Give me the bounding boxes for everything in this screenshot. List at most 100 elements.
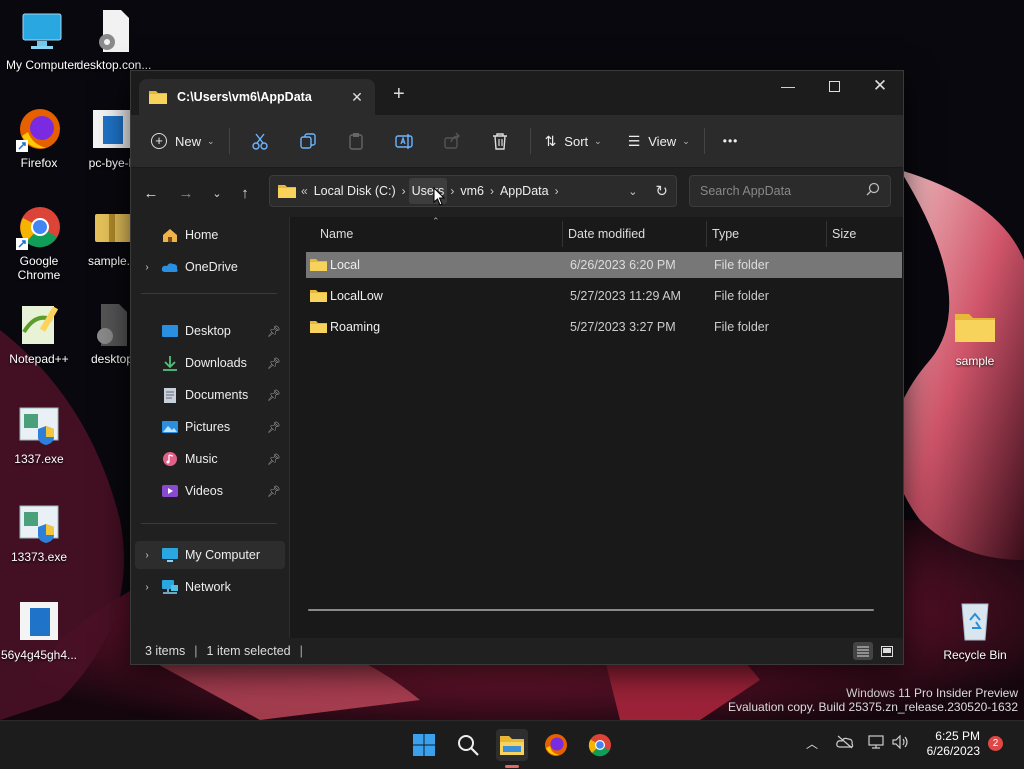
column-header-date-modified[interactable]: Date modified — [568, 227, 645, 241]
column-header-name[interactable]: Name — [320, 227, 353, 241]
pin-icon[interactable]: 📌︎ — [267, 325, 281, 338]
picture-icon — [162, 421, 178, 433]
minimize-button[interactable]: — — [765, 71, 811, 101]
tab-appdata[interactable]: C:\Users\vm6\AppData ✕ — [139, 79, 375, 115]
pin-icon[interactable]: 📌︎ — [267, 389, 281, 402]
column-separator[interactable] — [706, 221, 707, 247]
back-button[interactable]: ← — [137, 180, 165, 206]
delete-button[interactable] — [476, 124, 524, 158]
nav-label: Pictures — [185, 420, 231, 434]
nav-item-pictures[interactable]: Pictures 📌︎ — [135, 413, 285, 441]
monitor-icon — [19, 8, 65, 54]
nav-label: Music — [185, 452, 218, 466]
pin-icon[interactable]: 📌︎ — [267, 453, 281, 466]
file-row-local[interactable]: Local 6/26/2023 6:20 PM File folder — [306, 252, 902, 278]
nav-item-documents[interactable]: Documents 📌︎ — [135, 381, 285, 409]
column-header-size[interactable]: Size — [832, 227, 856, 241]
watermark-line: Evaluation copy. Build 25375.zn_release.… — [728, 700, 1018, 714]
recent-locations-button[interactable]: ⌄ — [203, 180, 231, 206]
start-button[interactable] — [408, 729, 440, 761]
breadcrumb-chevron-icon[interactable]: › — [487, 184, 497, 198]
notification-badge[interactable]: 2 — [988, 736, 1003, 751]
nav-item-onedrive[interactable]: › OneDrive — [135, 253, 285, 281]
taskbar-clock[interactable]: 6:25 PM 6/26/2023 — [918, 729, 980, 759]
share-button[interactable] — [428, 124, 476, 158]
pin-icon[interactable]: 📌︎ — [267, 357, 281, 370]
copy-button[interactable] — [284, 124, 332, 158]
windows-evaluation-watermark: Windows 11 Pro Insider Preview Evaluatio… — [728, 686, 1018, 714]
taskbar-file-explorer[interactable] — [496, 729, 528, 761]
desktop-icon-desktop-config[interactable]: desktop.con... — [72, 8, 156, 72]
nav-divider — [141, 523, 277, 524]
nav-item-desktop[interactable]: Desktop 📌︎ — [135, 317, 285, 345]
breadcrumb-local-disk[interactable]: Local Disk (C:) — [311, 178, 399, 204]
toolbar-separator — [228, 128, 230, 154]
breadcrumb-chevron-icon[interactable]: › — [552, 184, 562, 198]
rename-button[interactable] — [380, 124, 428, 158]
desktop-icon-13373-exe[interactable]: 13373.exe — [0, 500, 81, 564]
desktop-icon-notepadpp[interactable]: Notepad++ — [0, 302, 81, 366]
paste-button[interactable] — [332, 124, 380, 158]
chevron-right-icon[interactable]: › — [139, 582, 155, 593]
column-separator[interactable] — [826, 221, 827, 247]
chevron-right-icon[interactable]: › — [139, 262, 155, 273]
sort-up-icon: ⌃ — [432, 216, 440, 226]
nav-item-my-computer[interactable]: › My Computer — [135, 541, 285, 569]
forward-button[interactable]: → — [172, 180, 200, 206]
desktop-icon-recycle-bin[interactable]: Recycle Bin — [933, 598, 1017, 662]
nav-label: Network — [185, 580, 231, 594]
search-icon[interactable] — [866, 182, 880, 201]
sort-button[interactable]: ⇅ Sort ⌄ — [537, 124, 610, 158]
file-name: LocalLow — [330, 289, 383, 303]
taskbar-firefox[interactable] — [540, 729, 572, 761]
search-input[interactable] — [698, 183, 862, 199]
desktop-icon-56y4g45gh4[interactable]: 56y4g45gh4... — [0, 598, 81, 662]
view-list-icon: ☰ — [627, 132, 641, 149]
breadcrumb-chevron-icon[interactable]: › — [399, 184, 409, 198]
onedrive-tray-icon[interactable] — [836, 735, 854, 752]
breadcrumb-overflow[interactable]: « — [298, 184, 311, 198]
volume-tray-icon[interactable] — [892, 734, 910, 752]
refresh-icon[interactable]: ↻ — [655, 182, 668, 200]
desktop-icon-label: Google Chrome — [17, 254, 61, 282]
search-box[interactable] — [689, 175, 891, 207]
nav-item-home[interactable]: Home — [135, 221, 285, 249]
column-header-type[interactable]: Type — [712, 227, 739, 241]
pin-icon[interactable]: 📌︎ — [267, 485, 281, 498]
close-window-button[interactable]: ✕ — [857, 71, 903, 101]
file-row-locallow[interactable]: LocalLow 5/27/2023 11:29 AM File folder — [306, 283, 902, 309]
column-separator[interactable] — [562, 221, 563, 247]
breadcrumb-appdata[interactable]: AppData — [497, 178, 552, 204]
nav-item-network[interactable]: › Network — [135, 573, 285, 601]
nav-item-music[interactable]: Music 📌︎ — [135, 445, 285, 473]
see-more-button[interactable]: ••• — [715, 124, 747, 158]
large-icons-view-button[interactable] — [877, 642, 897, 660]
breadcrumb-vm6[interactable]: vm6 — [457, 178, 487, 204]
horizontal-scrollbar[interactable] — [308, 609, 874, 611]
address-dropdown-icon[interactable]: ⌄ — [628, 185, 637, 198]
view-button[interactable]: ☰ View ⌄ — [620, 124, 698, 158]
network-tray-icon[interactable] — [868, 735, 886, 752]
desktop-icon-1337-exe[interactable]: 1337.exe — [0, 402, 81, 466]
close-tab-icon[interactable]: ✕ — [347, 89, 367, 106]
show-hidden-icons-button[interactable]: ︿ — [806, 735, 818, 752]
desktop-icon-chrome[interactable]: Google Chrome — [0, 204, 81, 282]
new-tab-button[interactable]: + — [393, 83, 405, 106]
taskbar-chrome[interactable] — [584, 729, 616, 761]
pin-icon[interactable]: 📌︎ — [267, 421, 281, 434]
maximize-button[interactable] — [811, 71, 857, 101]
desktop-icon-sample-folder[interactable]: sample — [933, 304, 1017, 368]
search-button[interactable] — [452, 729, 484, 761]
title-bar[interactable]: C:\Users\vm6\AppData ✕ + — ✕ — [131, 71, 903, 115]
cut-button[interactable] — [236, 124, 284, 158]
details-view-button[interactable] — [853, 642, 873, 660]
file-row-roaming[interactable]: Roaming 5/27/2023 3:27 PM File folder — [306, 314, 902, 340]
new-button[interactable]: + New ⌄ — [143, 124, 223, 158]
desktop-icon-firefox[interactable]: Firefox — [0, 106, 81, 170]
nav-item-videos[interactable]: Videos 📌︎ — [135, 477, 285, 505]
up-button[interactable]: ↑ — [231, 180, 259, 206]
breadcrumb-chevron-icon[interactable]: › — [447, 184, 457, 198]
nav-item-downloads[interactable]: Downloads 📌︎ — [135, 349, 285, 377]
chevron-right-icon[interactable]: › — [139, 550, 155, 561]
address-bar[interactable]: « Local Disk (C:) › Users › vm6 › AppDat… — [269, 175, 677, 207]
